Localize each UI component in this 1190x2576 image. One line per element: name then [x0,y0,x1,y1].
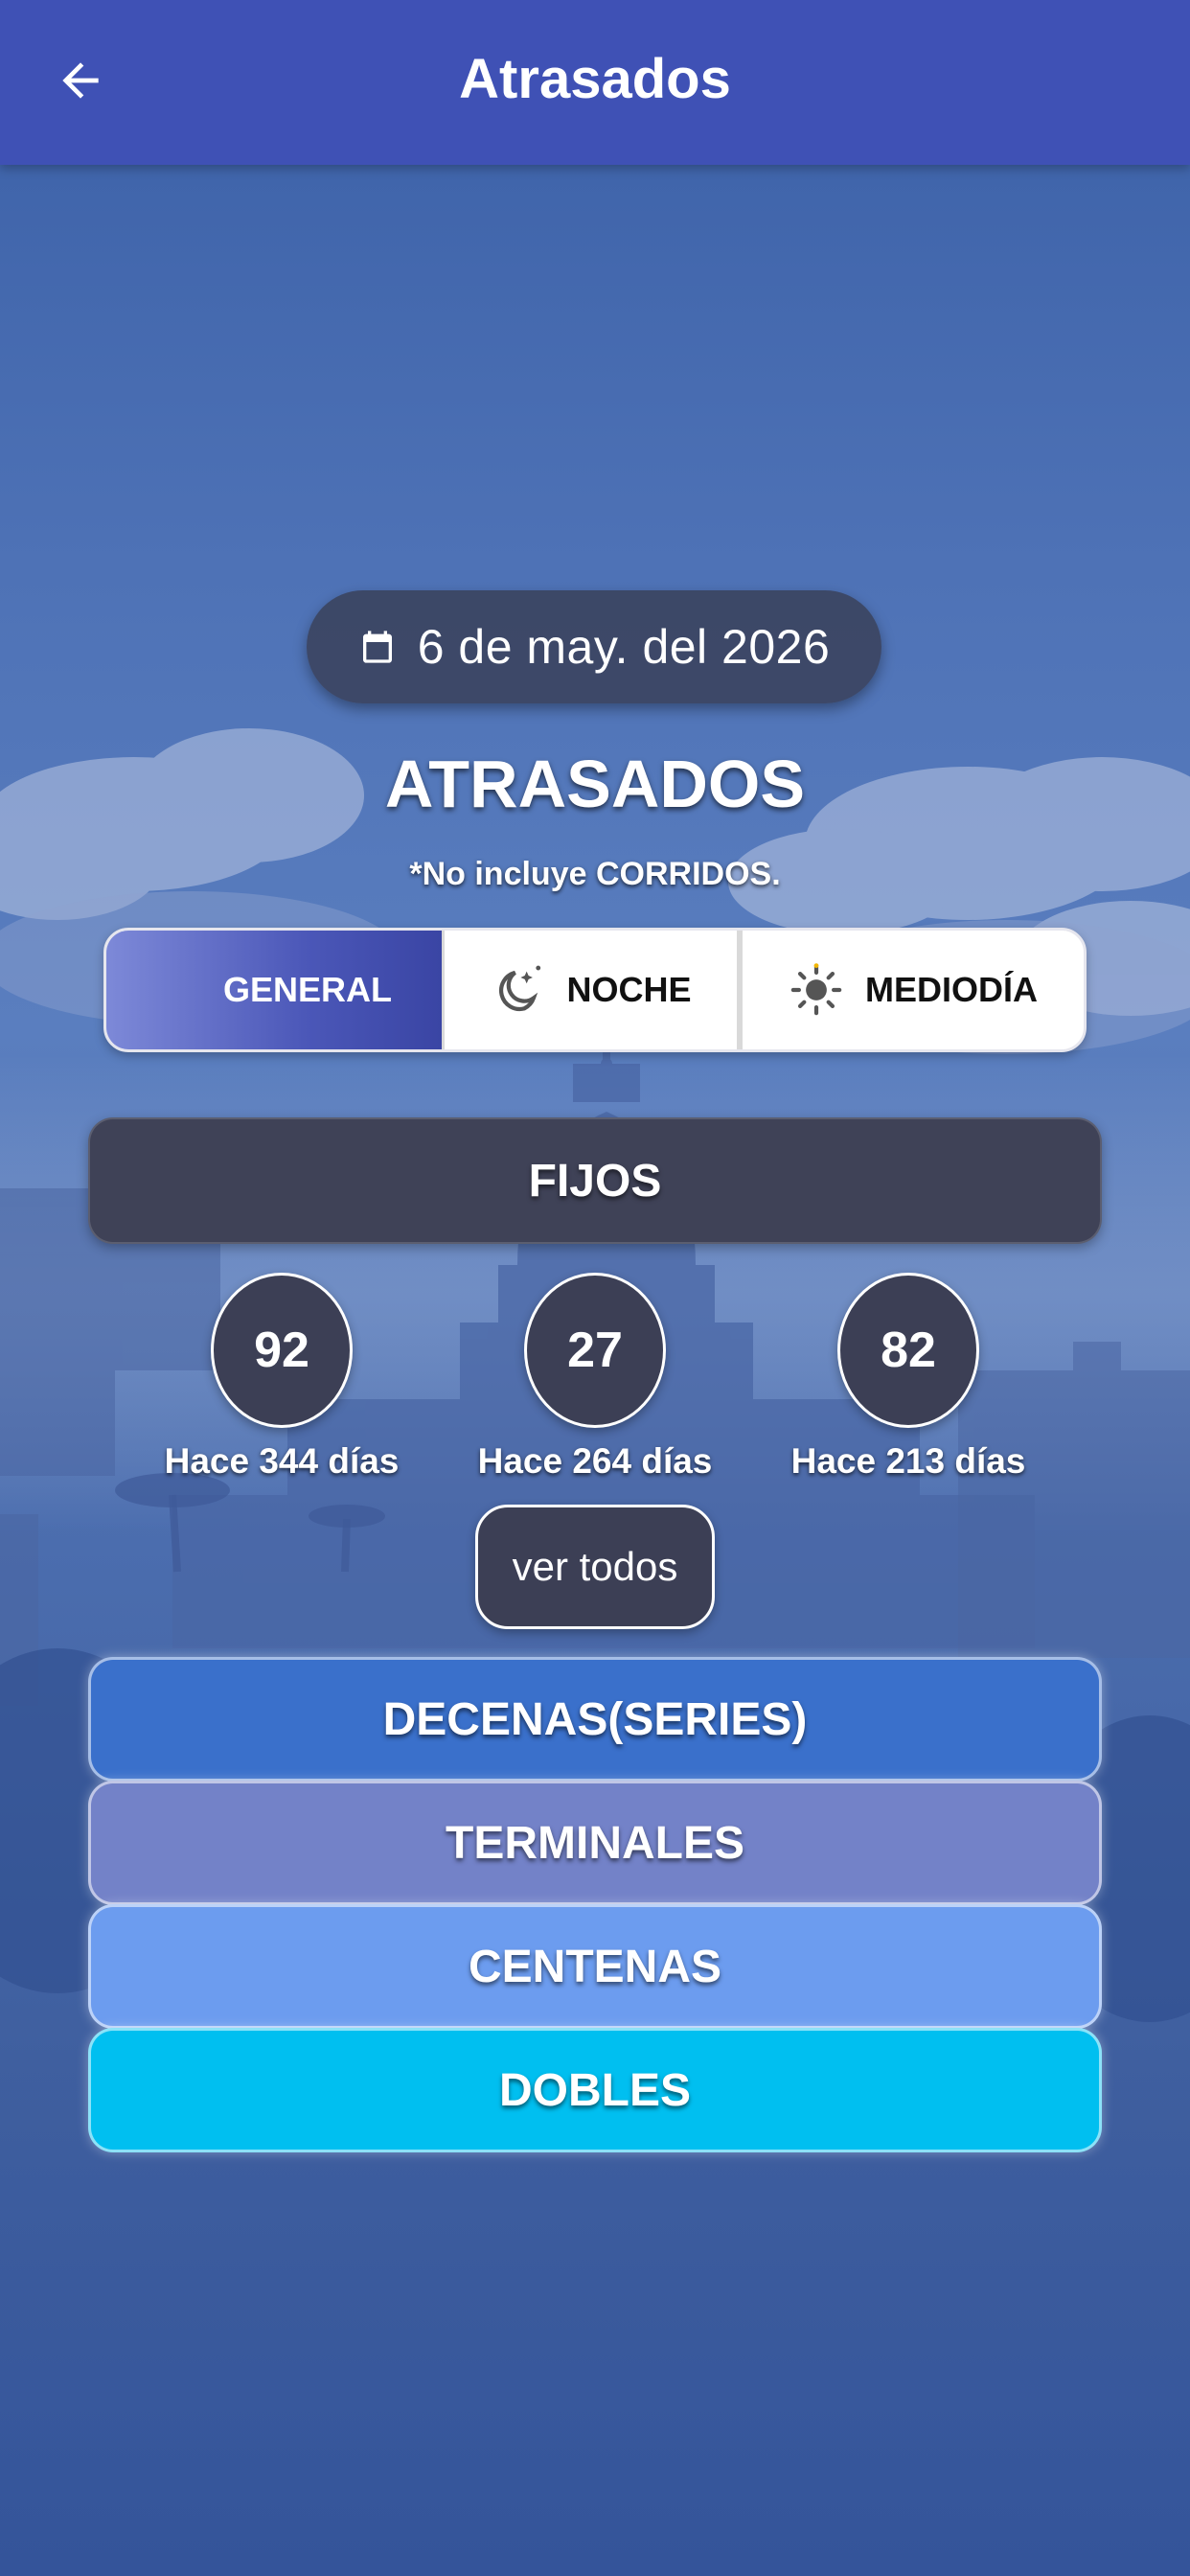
fijos-header-button[interactable]: FIJOS [88,1117,1102,1244]
ver-todos-label: ver todos [512,1544,678,1589]
date-picker-button[interactable]: 6 de may. del 2026 [307,590,881,703]
segment-noche[interactable]: NOCHE [442,931,737,1049]
fijo-days-ago: Hace 264 días [477,1441,713,1481]
date-label: 6 de may. del 2026 [417,620,831,674]
centenas-label: CENTENAS [468,1941,722,1992]
segment-general-label: GENERAL [222,970,392,1009]
main-content: 6 de may. del 2026 ATRASADOS *No incluye… [0,0,1190,2576]
decenas-series-button[interactable]: DECENAS(SERIES) [88,1657,1102,1782]
segment-mediodia-label: MEDIODÍA [865,970,1038,1009]
segment-general[interactable]: GENERAL [106,931,442,1049]
fijo-item: 82 Hace 213 días [765,1273,1052,1482]
fijos-label: FIJOS [528,1155,662,1207]
period-segmented-control: GENERAL NOCHE MEDIODÍA [103,928,1087,1052]
fijo-item: 27 Hace 264 días [451,1273,739,1482]
fijo-number-circle[interactable]: 27 [524,1273,666,1428]
dobles-button[interactable]: DOBLES [88,2028,1102,2152]
sun-icon [790,963,842,1016]
fijo-days-ago: Hace 213 días [790,1441,1026,1481]
page-heading: ATRASADOS [384,747,806,821]
segment-noche-label: NOCHE [566,970,692,1009]
fijo-number: 27 [567,1322,623,1378]
terminales-label: TERMINALES [446,1817,744,1869]
fijo-item: 92 Hace 344 días [138,1273,425,1482]
fijo-number: 92 [254,1322,309,1378]
corridos-note: *No incluye CORRIDOS. [409,856,781,892]
app-bar-title: Atrasados [459,48,731,110]
dobles-label: DOBLES [498,2064,691,2116]
decenas-series-label: DECENAS(SERIES) [382,1693,808,1745]
moon-stars-icon [499,965,541,1012]
terminales-button[interactable]: TERMINALES [88,1781,1102,1905]
app-bar: Atrasados [0,0,1190,165]
fijo-number-circle[interactable]: 82 [837,1273,979,1428]
fijo-number: 82 [881,1322,936,1378]
centenas-button[interactable]: CENTENAS [88,1904,1102,2029]
fijo-days-ago: Hace 344 días [164,1441,400,1481]
screen: Atrasados 6 de may. del 2026 ATRASADOS *… [0,0,1190,2576]
calendar-icon [362,631,392,663]
fijo-number-circle[interactable]: 92 [211,1273,353,1428]
segment-mediodia[interactable]: MEDIODÍA [737,931,1084,1049]
ver-todos-button[interactable]: ver todos [475,1505,715,1629]
